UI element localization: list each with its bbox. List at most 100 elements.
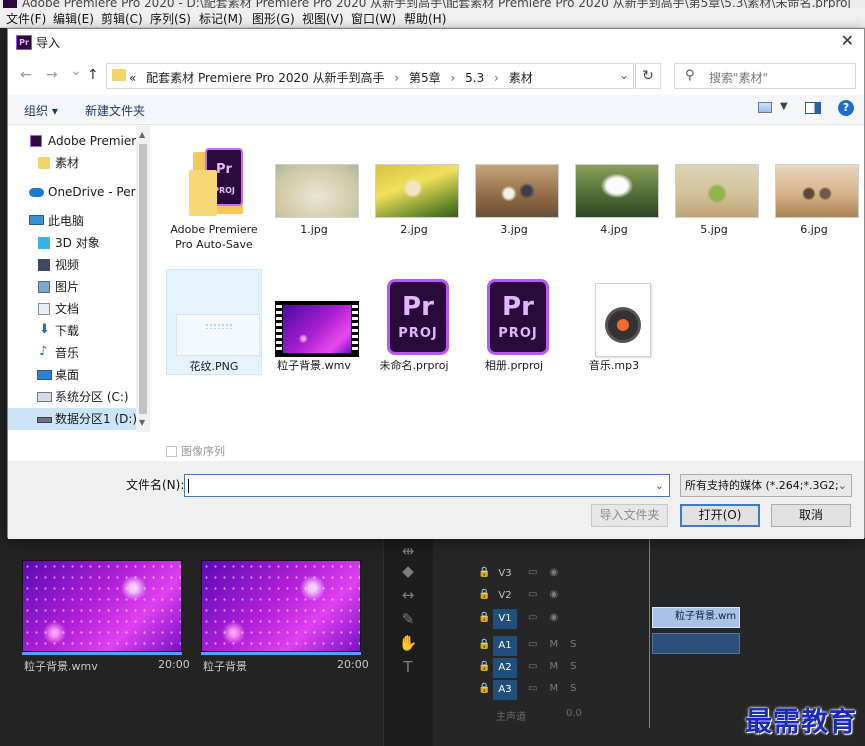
view-dropdown-icon[interactable]: ▼ xyxy=(780,101,788,112)
lock-icon[interactable]: 🔒 xyxy=(478,639,490,650)
file-tile-autosave-folder[interactable]: Pr PROJ Adobe Premiere Pro Auto-Save xyxy=(166,130,262,270)
timeline-video-clip[interactable]: 粒子背景.wm xyxy=(652,607,740,628)
file-tile-3-jpg[interactable]: 3.jpg xyxy=(466,130,562,236)
address-dropdown-icon[interactable]: ⌄ xyxy=(619,68,629,82)
scroll-down-icon[interactable]: ▼ xyxy=(139,418,145,427)
ripple-edit-tool-icon[interactable]: ⇹ xyxy=(398,542,418,560)
nav-item-adobe-premiere[interactable]: Adobe Premiere xyxy=(8,130,136,152)
scroll-up-icon[interactable]: ▲ xyxy=(139,130,145,139)
timeline-audio-clip[interactable] xyxy=(652,633,740,654)
track-header-a2[interactable]: 🔒 A2 ▭MS xyxy=(470,658,650,678)
menu-clip[interactable]: 剪辑(C) xyxy=(101,10,143,27)
file-tile-particle-wmv[interactable]: 粒子背景.wmv xyxy=(266,269,362,375)
track-header-v1[interactable]: 🔒 V1 ▭◉ xyxy=(470,609,650,629)
nav-item-sucai[interactable]: 素材 xyxy=(8,152,136,174)
track-label[interactable]: V3 xyxy=(493,564,517,584)
menu-window[interactable]: 窗口(W) xyxy=(351,10,396,27)
menu-edit[interactable]: 编辑(E) xyxy=(53,10,94,27)
master-track-value[interactable]: 0.0 xyxy=(566,708,582,719)
nav-item-this-pc[interactable]: 此电脑 xyxy=(8,210,136,232)
breadcrumb-item[interactable]: 配套素材 Premiere Pro 2020 从新手到高手 xyxy=(140,71,384,85)
lock-icon[interactable]: 🔒 xyxy=(478,612,490,623)
breadcrumb-item[interactable]: 素材 xyxy=(509,71,533,85)
lock-icon[interactable]: 🔒 xyxy=(478,567,490,578)
lock-icon[interactable]: 🔒 xyxy=(478,589,490,600)
search-box[interactable]: ⚲ 搜索"素材" xyxy=(674,63,856,89)
track-label[interactable]: V2 xyxy=(493,586,517,606)
menu-file[interactable]: 文件(F) xyxy=(6,10,46,27)
file-tile-yinyue-mp3[interactable]: 音乐.mp3 xyxy=(566,269,662,375)
track-label[interactable]: V1 xyxy=(493,609,517,629)
nav-item-downloads[interactable]: ⬇ 下载 xyxy=(8,320,136,342)
track-label[interactable]: A3 xyxy=(493,680,517,700)
breadcrumb-separator-icon[interactable]: › xyxy=(444,71,461,85)
file-tile-xiangce-prproj[interactable]: Pr PROJ 相册.prproj xyxy=(466,269,562,375)
track-controls-icon[interactable]: ▭◉ xyxy=(528,589,570,600)
up-arrow-icon[interactable]: ↑ xyxy=(87,67,99,83)
chevron-down-icon[interactable]: ⌄ xyxy=(837,475,847,496)
view-mode-icon[interactable] xyxy=(758,102,772,113)
address-bar[interactable]: « 配套素材 Premiere Pro 2020 从新手到高手 › 第5章 › … xyxy=(106,63,634,89)
breadcrumb-overflow[interactable]: « xyxy=(129,71,136,85)
nav-item-3d-objects[interactable]: 3D 对象 xyxy=(8,232,136,254)
import-folder-button[interactable]: 导入文件夹 xyxy=(591,504,668,527)
file-tile-5-jpg[interactable]: 5.jpg xyxy=(666,130,762,236)
track-label[interactable]: A1 xyxy=(493,636,517,656)
file-tile-4-jpg[interactable]: 4.jpg xyxy=(566,130,662,236)
close-icon[interactable]: ✕ xyxy=(841,31,854,50)
organize-menu[interactable]: 组织 ▾ xyxy=(24,102,58,119)
help-icon[interactable]: ? xyxy=(838,100,854,116)
checkbox-icon[interactable] xyxy=(166,446,177,457)
nav-item-drive-c[interactable]: 系统分区 (C:) xyxy=(8,386,136,408)
refresh-icon[interactable]: ↻ xyxy=(635,63,661,89)
nav-item-desktop[interactable]: 桌面 xyxy=(8,364,136,386)
slip-tool-icon[interactable]: ↔ xyxy=(398,586,418,604)
file-tile-1-jpg[interactable]: 1.jpg xyxy=(266,130,362,236)
navigation-pane-scrollbar[interactable]: ▲ ▼ xyxy=(136,126,150,432)
file-tile-2-jpg[interactable]: 2.jpg xyxy=(366,130,462,236)
nav-item-documents[interactable]: 文档 xyxy=(8,298,136,320)
nav-item-music[interactable]: ♪ 音乐 xyxy=(8,342,136,364)
track-controls-icon[interactable]: ▭◉ xyxy=(528,567,570,578)
filename-dropdown-icon[interactable]: ⌄ xyxy=(655,475,664,496)
scrollbar-thumb[interactable] xyxy=(139,144,147,414)
breadcrumb-separator-icon[interactable]: › xyxy=(388,71,405,85)
nav-item-drive-d[interactable]: 数据分区1 (D:) xyxy=(8,408,136,430)
file-tile-huawen-png[interactable]: 花纹.PNG xyxy=(166,269,262,375)
nav-item-onedrive[interactable]: OneDrive - Perso xyxy=(8,181,136,203)
menu-view[interactable]: 视图(V) xyxy=(302,10,344,27)
breadcrumb-item[interactable]: 第5章 xyxy=(409,71,441,85)
menu-marker[interactable]: 标记(M) xyxy=(199,10,243,27)
file-type-select[interactable]: 所有支持的媒体 (*.264;*.3G2;* ⌄ xyxy=(680,474,852,497)
lock-icon[interactable]: 🔒 xyxy=(478,683,490,694)
open-button[interactable]: 打开(O) xyxy=(680,504,760,527)
cancel-button[interactable]: 取消 xyxy=(771,504,851,527)
track-controls-icon[interactable]: ▭MS xyxy=(528,639,588,650)
project-clip-thumbnail[interactable] xyxy=(22,560,182,652)
menu-sequence[interactable]: 序列(S) xyxy=(150,10,191,27)
breadcrumb-separator-icon[interactable]: › xyxy=(488,71,505,85)
track-controls-icon[interactable]: ▭MS xyxy=(528,683,588,694)
pen-tool-icon[interactable]: ✎ xyxy=(398,610,418,628)
breadcrumb-item[interactable]: 5.3 xyxy=(465,71,484,85)
image-sequence-checkbox[interactable]: 图像序列 xyxy=(166,443,225,459)
track-header-a1[interactable]: 🔒 A1 ▭MS xyxy=(470,636,650,656)
playhead[interactable] xyxy=(649,538,650,728)
lock-icon[interactable]: 🔒 xyxy=(478,661,490,672)
type-tool-icon[interactable]: T xyxy=(398,658,418,676)
track-header-v3[interactable]: 🔒 V3 ▭◉ xyxy=(470,564,650,584)
menu-help[interactable]: 帮助(H) xyxy=(404,10,446,27)
track-header-a3[interactable]: 🔒 A3 ▭MS xyxy=(470,680,650,700)
hand-tool-icon[interactable]: ✋ xyxy=(398,634,418,652)
track-header-v2[interactable]: 🔒 V2 ▭◉ xyxy=(470,586,650,606)
filename-input[interactable]: ⌄ xyxy=(184,474,670,497)
track-controls-icon[interactable]: ▭◉ xyxy=(528,612,570,623)
history-dropdown-icon[interactable]: ⌄ xyxy=(70,63,82,79)
razor-tool-icon[interactable]: ◆ xyxy=(398,562,418,580)
track-label[interactable]: A2 xyxy=(493,658,517,678)
nav-item-videos[interactable]: 视频 xyxy=(8,254,136,276)
nav-item-pictures[interactable]: 图片 xyxy=(8,276,136,298)
track-controls-icon[interactable]: ▭MS xyxy=(528,661,588,672)
file-tile-6-jpg[interactable]: 6.jpg xyxy=(766,130,862,236)
preview-pane-icon[interactable] xyxy=(805,102,821,114)
